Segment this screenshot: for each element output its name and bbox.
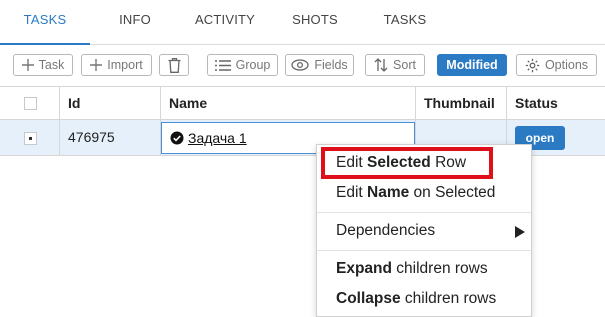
modified-button[interactable]: Modified [437, 54, 507, 76]
add-task-label: Task [38, 58, 65, 72]
trash-icon [168, 57, 181, 73]
row-checkbox[interactable] [24, 132, 37, 145]
menu-text: children rows [391, 260, 488, 277]
menu-item-edit-selected-row[interactable]: Edit Selected Row [317, 148, 531, 178]
tab-activity[interactable]: ACTIVITY [180, 0, 270, 44]
column-header-name[interactable]: Name [161, 87, 416, 119]
menu-text-bold: Expand [336, 260, 392, 277]
toolbar: Task Import Group Fields Sort Modified O… [0, 44, 605, 86]
tab-tasks[interactable]: TASKS [0, 0, 90, 45]
column-header-thumbnail[interactable]: Thumbnail [416, 87, 507, 119]
gear-icon [525, 58, 540, 73]
tab-tasks-2[interactable]: TASKS [370, 0, 440, 44]
sort-button[interactable]: Sort [365, 54, 425, 76]
modified-label: Modified [446, 58, 498, 72]
menu-text: on Selected [409, 184, 496, 201]
checkbox-dot-icon [29, 137, 32, 140]
options-button[interactable]: Options [516, 54, 597, 76]
import-button[interactable]: Import [81, 54, 152, 76]
menu-item-edit-name-on-selected[interactable]: Edit Name on Selected [317, 178, 531, 208]
import-label: Import [107, 58, 143, 72]
menu-separator [317, 212, 531, 213]
menu-text-bold: Collapse [336, 290, 401, 307]
check-circle-icon [170, 131, 184, 150]
group-button[interactable]: Group [207, 54, 278, 76]
delete-button[interactable] [159, 54, 189, 76]
group-label: Group [235, 58, 271, 72]
sort-label: Sort [393, 58, 416, 72]
tab-bar: TASKS INFO ACTIVITY SHOTS TASKS [0, 0, 605, 45]
menu-text: Edit [336, 154, 368, 171]
tab-info[interactable]: INFO [100, 0, 170, 44]
column-header-status[interactable]: Status [507, 87, 605, 119]
menu-item-collapse-children[interactable]: Collapse children rows [317, 284, 531, 314]
select-all-checkbox[interactable] [24, 97, 37, 110]
add-task-button[interactable]: Task [13, 54, 73, 76]
menu-text-bold: Selected [367, 154, 431, 171]
row-id: 476975 [60, 120, 161, 155]
menu-text: Edit [336, 184, 368, 201]
select-all-cell [0, 87, 60, 119]
fields-button[interactable]: Fields [285, 54, 354, 76]
menu-text: children rows [400, 290, 497, 307]
menu-text: Row [430, 154, 467, 171]
grid-header: Id Name Thumbnail Status [0, 86, 605, 120]
plus-icon [90, 59, 103, 71]
submenu-arrow-icon [515, 226, 525, 238]
menu-item-dependencies[interactable]: Dependencies [317, 216, 531, 246]
eye-icon [291, 59, 309, 71]
task-name-link[interactable]: Задача 1 [188, 123, 247, 153]
menu-separator [317, 250, 531, 251]
options-label: Options [544, 58, 589, 72]
column-header-id[interactable]: Id [60, 87, 161, 119]
menu-item-expand-children[interactable]: Expand children rows [317, 254, 531, 284]
list-icon [214, 59, 231, 71]
context-menu: Edit Selected Row Edit Name on Selected … [316, 144, 532, 317]
plus-icon [21, 59, 34, 71]
row-select-cell [0, 120, 60, 155]
fields-label: Fields [314, 58, 348, 72]
menu-text: Dependencies [336, 222, 436, 239]
tab-shots[interactable]: SHOTS [280, 0, 350, 44]
menu-text-bold: Name [367, 184, 410, 201]
sort-icon [374, 58, 388, 72]
